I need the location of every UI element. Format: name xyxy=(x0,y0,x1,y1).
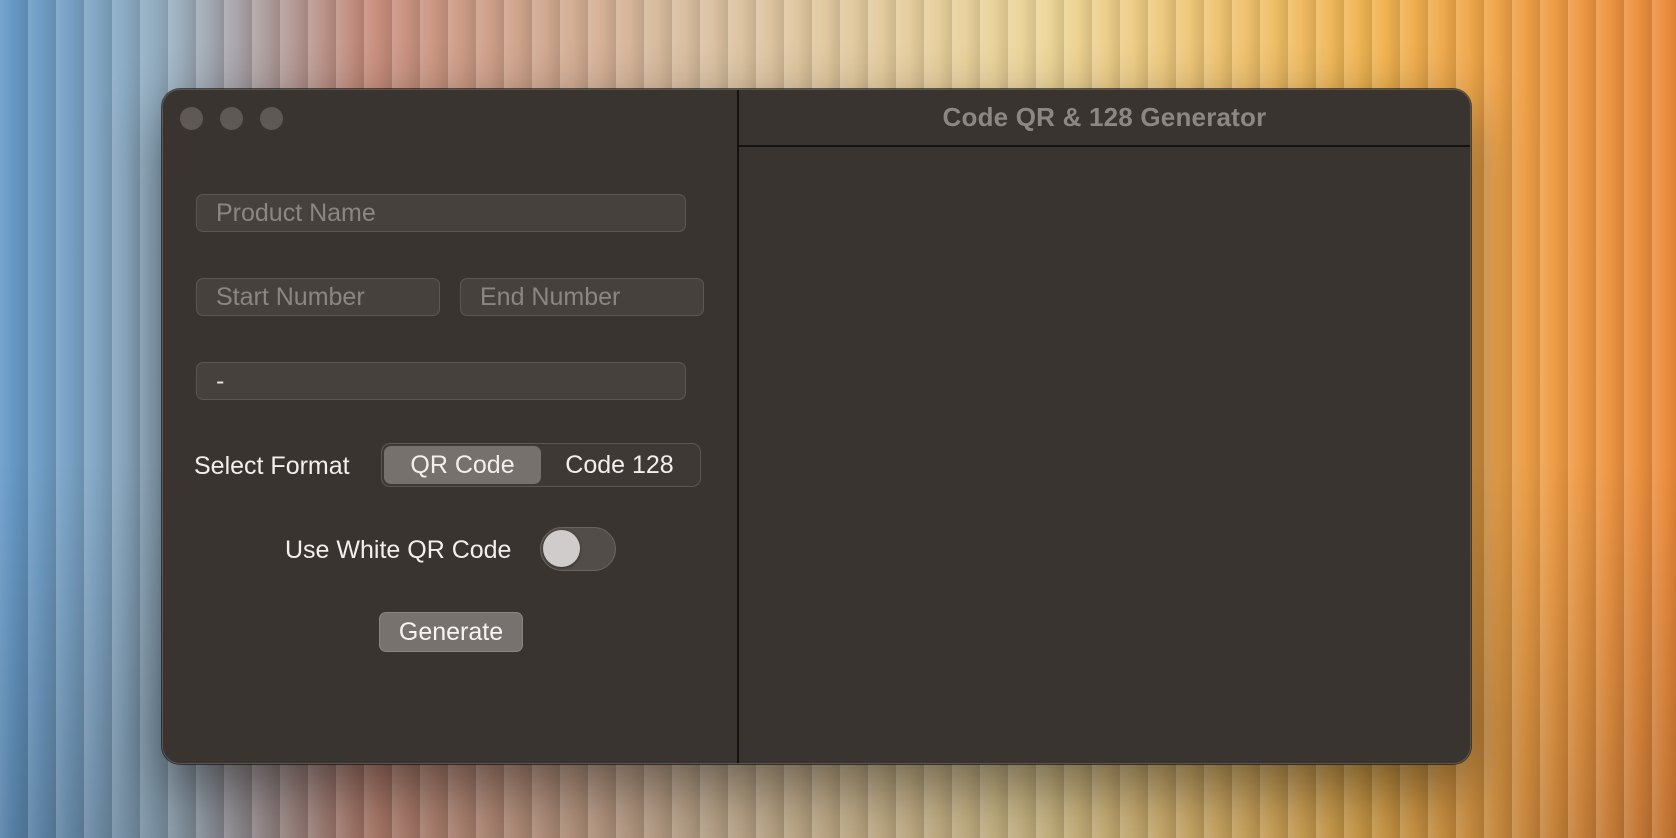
toggle-knob xyxy=(543,530,580,567)
white-qr-toggle[interactable] xyxy=(540,527,616,571)
start-number-field[interactable]: Start Number xyxy=(196,278,440,316)
format-option-code-128[interactable]: Code 128 xyxy=(541,446,698,484)
separator-value: - xyxy=(216,366,225,395)
app-window: Code QR & 128 Generator Product Name Sta… xyxy=(162,89,1471,764)
product-name-field[interactable]: Product Name xyxy=(196,194,686,232)
zoom-icon[interactable] xyxy=(260,107,283,130)
start-number-placeholder: Start Number xyxy=(216,282,365,311)
format-segmented-control[interactable]: QR Code Code 128 xyxy=(381,443,701,487)
end-number-placeholder: End Number xyxy=(480,282,621,311)
format-option-qr-code[interactable]: QR Code xyxy=(384,446,541,484)
product-name-placeholder: Product Name xyxy=(216,198,376,227)
minimize-icon[interactable] xyxy=(220,107,243,130)
white-qr-label: Use White QR Code xyxy=(285,536,512,564)
window-title: Code QR & 128 Generator xyxy=(942,102,1267,132)
end-number-field[interactable]: End Number xyxy=(460,278,704,316)
window-controls xyxy=(180,107,283,130)
separator-field[interactable]: - xyxy=(196,362,686,400)
select-format-label: Select Format xyxy=(194,452,350,480)
preview-area xyxy=(739,147,1470,763)
generate-button[interactable]: Generate xyxy=(379,612,523,652)
close-icon[interactable] xyxy=(180,107,203,130)
